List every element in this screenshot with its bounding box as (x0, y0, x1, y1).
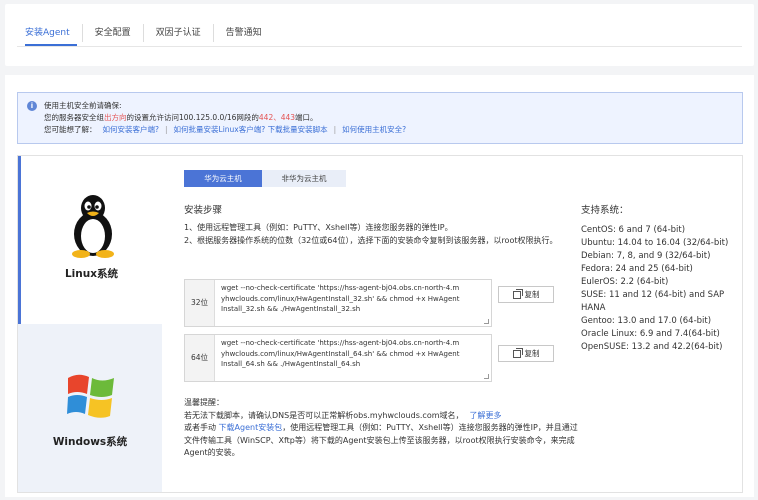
copy-button-label: 复制 (524, 349, 540, 358)
tab-alarm-notification[interactable]: 告警通知 (212, 24, 274, 42)
command-box-32bit: 32位 wget --no-check-certificate 'https:/… (184, 279, 492, 327)
install-steps-title: 安装步骤 (184, 205, 223, 216)
supported-os-item: EulerOS: 2.2 (64-bit) (581, 277, 669, 287)
notice-port-requirement: 您的服务器安全组出方向的设置允许访问100.125.0.0/16网段的442、4… (44, 112, 318, 123)
notice-highlight-ports: 442、443 (258, 113, 296, 122)
copy-button-32[interactable]: 复制 (498, 286, 554, 303)
copy-icon (512, 288, 523, 299)
install-agent-panel: Linux系统 Windows系统 华为云主机 非华为云主机 安装步骤 1、使用… (17, 155, 743, 493)
supported-systems-title: 支持系统： (581, 205, 629, 216)
os-option-linux[interactable]: Linux系统 (18, 156, 162, 324)
link-how-to-use-hss[interactable]: 如何使用主机安全? (342, 125, 406, 134)
supported-os-item: Oracle Linux: 6.9 and 7.4(64-bit) (581, 329, 720, 339)
tab-non-huawei-cloud-host[interactable]: 非华为云主机 (262, 170, 346, 187)
bits-label-64: 64位 (185, 335, 215, 381)
os-name-windows: Windows系统 (52, 436, 128, 448)
host-type-tabs: 华为云主机 非华为云主机 (184, 170, 346, 187)
copy-button-label: 复制 (524, 290, 540, 299)
warm-tip: 温馨提醒： 若无法下载脚本，请确认DNS是否可以正常解析obs.myhwclou… (184, 397, 584, 460)
supported-os-item: Ubuntu: 14.04 to 16.04 (32/64-bit) (581, 238, 729, 248)
install-command-64[interactable]: wget --no-check-certificate 'https://hss… (221, 338, 461, 370)
notice-text: 您的服务器安全组 (44, 113, 104, 122)
os-selector: Linux系统 Windows系统 (18, 156, 162, 492)
link-how-to-install[interactable]: 如何安装客户端? (103, 125, 159, 134)
resize-handle-icon[interactable] (484, 319, 489, 324)
notice-text: 的设置允许访问100.125.0.0/16网段的 (126, 113, 259, 122)
command-box-64bit: 64位 wget --no-check-certificate 'https:/… (184, 334, 492, 382)
tip-text: 若无法下载脚本，请确认DNS是否可以正常解析obs.myhwclouds.com… (184, 410, 464, 420)
install-content: 华为云主机 非华为云主机 安装步骤 1、使用远程管理工具（例如：PuTTY、Xs… (162, 156, 742, 492)
install-step-2: 2、根据服务器操作系统的位数（32位或64位），选择下面的安装命令复制到该服务器… (184, 235, 558, 245)
tip-title: 温馨提醒： (184, 398, 224, 407)
install-command-32[interactable]: wget --no-check-certificate 'https://hss… (221, 283, 461, 315)
tip-manual-line: 或者手动 下载Agent安装包，使用远程管理工具（例如：PuTTY、Xshell… (184, 422, 584, 460)
link-learn-more[interactable]: 了解更多 (470, 411, 502, 420)
info-icon: i (27, 101, 37, 111)
install-steps: 1、使用远程管理工具（例如：PuTTY、Xshell等）连接您服务器的弹性IP。… (184, 222, 584, 247)
tip-dns-line: 若无法下载脚本，请确认DNS是否可以正常解析obs.myhwclouds.com… (184, 410, 584, 423)
supported-os-item: Debian: 7, 8, and 9 (32/64-bit) (581, 251, 711, 261)
link-download-agent-package[interactable]: 下载Agent安装包 (219, 423, 283, 432)
link-separator: | (164, 125, 168, 134)
supported-os-item: CentOS: 6 and 7 (64-bit) (581, 225, 686, 235)
tip-text: 或者手动 (184, 423, 219, 432)
copy-icon (512, 347, 523, 358)
linux-penguin-icon (72, 195, 114, 258)
tab-two-factor-auth[interactable]: 双因子认证 (142, 24, 213, 42)
supported-systems: 支持系统： CentOS: 6 and 7 (64-bit) Ubuntu: 1… (581, 202, 731, 354)
resize-handle-icon[interactable] (484, 374, 489, 379)
link-batch-install[interactable]: 如何批量安装Linux客户端? 下载批量安装脚本 (174, 125, 328, 134)
os-option-windows[interactable]: Windows系统 (18, 324, 162, 492)
tab-huawei-cloud-host[interactable]: 华为云主机 (184, 170, 262, 187)
top-tab-bar: 安装Agent 安全配置 双因子认证 告警通知 (5, 4, 754, 66)
tab-list: 安装Agent 安全配置 双因子认证 告警通知 (25, 24, 274, 42)
supported-os-item: Fedora: 24 and 25 (64-bit) (581, 264, 693, 274)
tab-install-agent[interactable]: 安装Agent (25, 24, 82, 42)
windows-logo-icon (67, 374, 114, 418)
os-name-linux: Linux系统 (64, 268, 118, 280)
tab-security-config[interactable]: 安全配置 (81, 24, 143, 42)
supported-os-item: SUSE: 11 and 12 (64-bit) and SAP HANA (581, 290, 725, 313)
notice-highlight-direction: 出方向 (104, 113, 127, 122)
main-panel: i 使用主机安全前请确保: 您的服务器安全组出方向的设置允许访问100.125.… (5, 75, 754, 497)
notice-help-links: 您可能想了解： 如何安装客户端? | 如何批量安装Linux客户端? 下载批量安装脚本… (44, 124, 406, 135)
supported-os-item: OpenSUSE: 13.2 and 42.2(64-bit) (581, 342, 723, 352)
copy-button-64[interactable]: 复制 (498, 345, 554, 362)
bits-label-32: 32位 (185, 280, 215, 326)
notice-text: 端口。 (295, 113, 318, 122)
supported-os-item: Gentoo: 13.0 and 17.0 (64-bit) (581, 316, 712, 326)
tab-divider (17, 46, 742, 47)
security-notice: i 使用主机安全前请确保: 您的服务器安全组出方向的设置允许访问100.125.… (17, 92, 743, 144)
notice-title: 使用主机安全前请确保: (44, 101, 122, 110)
install-step-1: 1、使用远程管理工具（例如：PuTTY、Xshell等）连接您服务器的弹性IP。 (184, 223, 453, 232)
notice-help-label: 您可能想了解： (44, 125, 97, 134)
link-separator: | (333, 125, 337, 134)
